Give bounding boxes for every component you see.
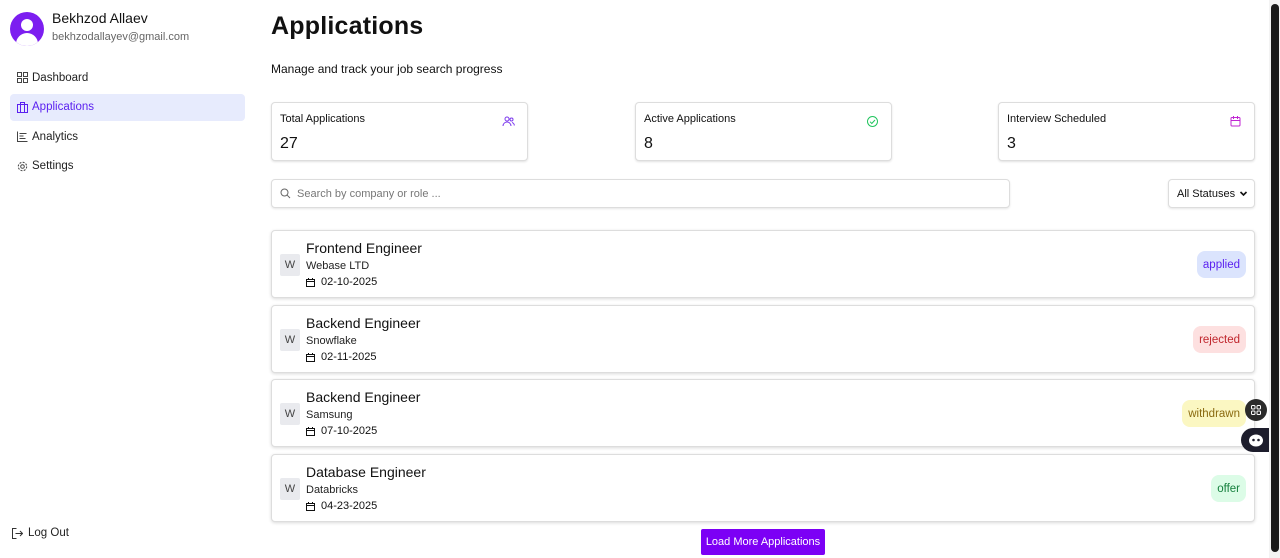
application-date: 02-11-2025 <box>306 351 376 363</box>
chevron-down-icon <box>1239 189 1248 201</box>
status-badge: rejected <box>1193 326 1246 353</box>
calendar-icon <box>306 501 315 511</box>
sidebar-item-dashboard[interactable]: Dashboard <box>10 64 245 91</box>
avatar <box>10 12 44 46</box>
status-filter-select[interactable]: All Statuses <box>1168 179 1255 208</box>
application-date-text: 07-10-2025 <box>321 425 378 437</box>
calendar-icon <box>306 352 315 362</box>
users-icon <box>502 115 515 128</box>
user-email: bekhzodallayev@gmail.com <box>52 31 190 43</box>
company-logo: W <box>280 329 300 351</box>
application-company: Samsung <box>306 409 353 421</box>
chart-icon <box>16 131 28 143</box>
application-date-text: 02-10-2025 <box>321 276 378 288</box>
user-name: Bekhzod Allaev <box>52 10 148 26</box>
application-title: Backend Engineer <box>306 389 421 405</box>
check-circle-icon <box>866 115 879 128</box>
logout-icon <box>12 527 23 539</box>
sidebar-item-label: Dashboard <box>32 71 89 84</box>
search-icon <box>280 188 291 199</box>
application-date: 07-10-2025 <box>306 425 377 437</box>
briefcase-icon <box>16 101 28 113</box>
sidebar: Bekhzod Allaev bekhzodallayev@gmail.com … <box>0 0 255 558</box>
company-logo: W <box>280 254 300 276</box>
application-company: Databricks <box>306 484 358 496</box>
sidebar-item-applications[interactable]: Applications <box>10 93 245 121</box>
stat-card-total: Total Applications 27 <box>271 102 528 161</box>
calendar-icon <box>306 426 315 436</box>
search-input[interactable] <box>297 187 977 200</box>
page-scrollbar[interactable] <box>1269 0 1280 558</box>
company-logo: W <box>280 403 300 425</box>
stat-card-interview: Interview Scheduled 3 <box>998 102 1255 161</box>
application-company: Webase LTD <box>306 260 370 272</box>
calendar-icon <box>306 277 315 287</box>
sidebar-nav: Dashboard Applications Analytics Setting… <box>10 64 245 182</box>
application-date-text: 04-23-2025 <box>321 500 378 512</box>
stat-value: 3 <box>1007 135 1016 152</box>
widget-menu-button[interactable] <box>1245 399 1267 421</box>
status-badge: withdrawn <box>1182 400 1246 427</box>
grid-icon <box>1251 405 1261 415</box>
search-box[interactable] <box>271 179 1010 208</box>
stat-value: 27 <box>280 135 298 152</box>
calendar-icon <box>1229 115 1242 128</box>
application-card[interactable]: W Backend Engineer Snowflake 02-11-2025 … <box>271 305 1255 373</box>
application-date: 02-10-2025 <box>306 276 377 288</box>
sidebar-item-analytics[interactable]: Analytics <box>10 123 245 150</box>
application-card[interactable]: W Backend Engineer Samsung 07-10-2025 wi… <box>271 379 1255 447</box>
application-company: Snowflake <box>306 335 357 347</box>
sidebar-item-label: Applications <box>32 101 95 113</box>
sidebar-item-label: Analytics <box>32 130 79 143</box>
assistant-bot-button[interactable] <box>1241 428 1271 452</box>
application-title: Frontend Engineer <box>306 240 422 256</box>
company-logo: W <box>280 478 300 500</box>
stat-label: Total Applications <box>280 113 365 125</box>
status-filter-value: All Statuses <box>1177 187 1236 200</box>
logout-button[interactable]: Log Out <box>12 527 69 539</box>
gear-icon <box>16 160 28 172</box>
status-badge: offer <box>1211 475 1246 502</box>
stat-label: Interview Scheduled <box>1007 113 1107 125</box>
application-date-text: 02-11-2025 <box>321 351 377 363</box>
page-subtitle: Manage and track your job search progres… <box>271 62 503 76</box>
bot-icon <box>1248 433 1264 447</box>
application-title: Backend Engineer <box>306 315 421 331</box>
stat-value: 8 <box>644 135 653 152</box>
scrollbar-thumb[interactable] <box>1271 4 1279 552</box>
application-card[interactable]: W Frontend Engineer Webase LTD 02-10-202… <box>271 230 1255 298</box>
stat-label: Active Applications <box>644 113 736 125</box>
sidebar-item-label: Settings <box>32 160 74 172</box>
stat-card-active: Active Applications 8 <box>635 102 892 161</box>
logout-label: Log Out <box>28 527 69 539</box>
sidebar-item-settings[interactable]: Settings <box>10 153 245 180</box>
user-profile[interactable]: Bekhzod Allaev bekhzodallayev@gmail.com <box>10 10 189 46</box>
dashboard-grid-icon <box>16 72 28 84</box>
load-more-button[interactable]: Load More Applications <box>701 529 825 555</box>
status-badge: applied <box>1196 251 1246 278</box>
application-title: Database Engineer <box>306 464 426 480</box>
page-title: Applications <box>271 12 424 40</box>
application-card[interactable]: W Database Engineer Databricks 04-23-202… <box>271 454 1255 522</box>
application-date: 04-23-2025 <box>306 500 377 512</box>
